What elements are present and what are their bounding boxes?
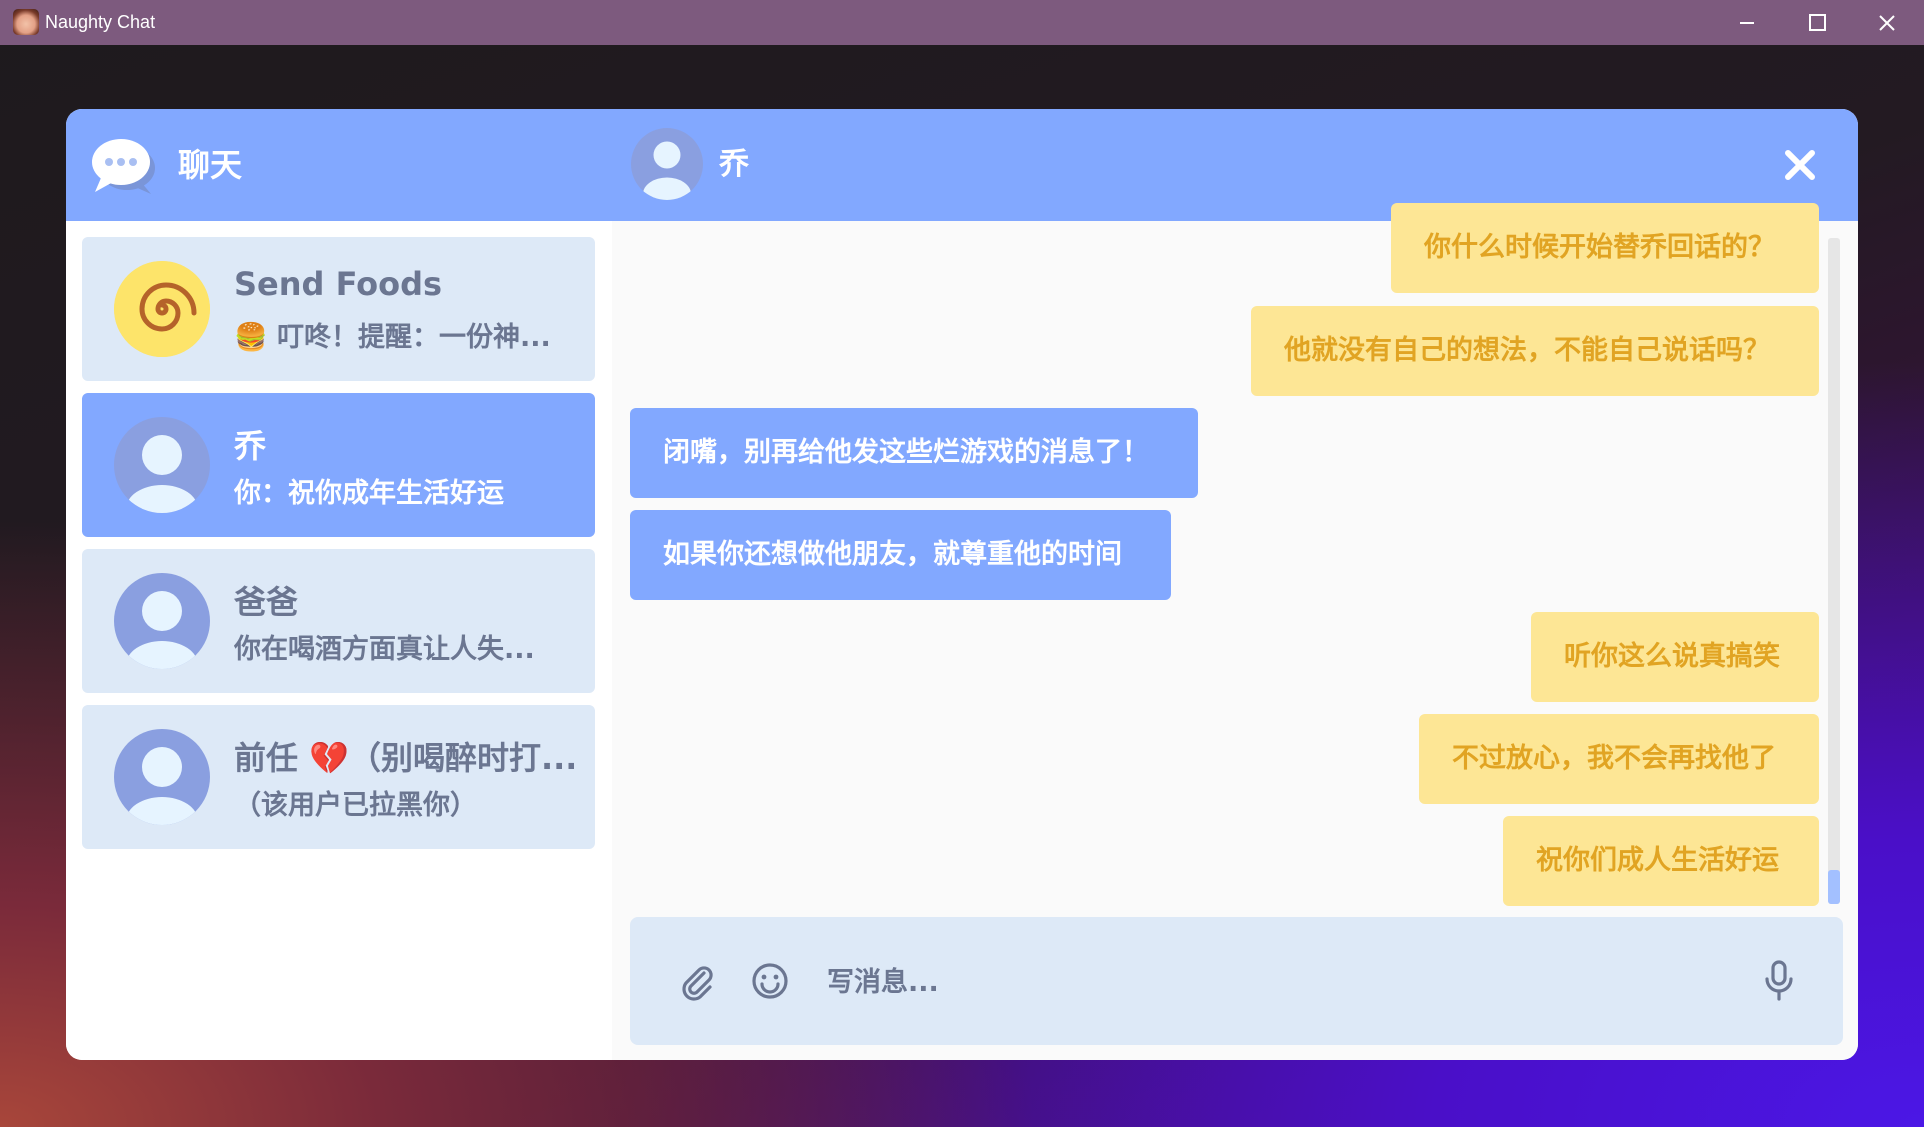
message-bubble-received[interactable]: 闭嘴，别再给他发这些烂游戏的消息了！ <box>630 408 1198 498</box>
spiral-icon <box>114 261 210 357</box>
active-contact-name: 乔 <box>719 147 749 182</box>
window-title: Naughty Chat <box>45 12 156 32</box>
emoji-button[interactable] <box>748 959 792 1003</box>
message-bubble-sent[interactable]: 祝你们成人生活好运 <box>1503 816 1819 906</box>
close-icon <box>1879 14 1895 31</box>
active-contact-avatar[interactable] <box>631 128 703 200</box>
user-avatar-icon <box>114 729 210 825</box>
user-avatar-icon <box>114 417 210 513</box>
message-input[interactable] <box>825 951 1729 1013</box>
message-bubble-sent[interactable]: 他就没有自己的想法，不能自己说话吗？ <box>1251 306 1819 396</box>
smiley-icon <box>752 963 788 999</box>
voice-button[interactable] <box>1757 959 1801 1003</box>
maximize-button[interactable] <box>1782 0 1852 45</box>
app-window: Naughty Chat 聊天 乔 Send Foods 🍔 叮咚！提醒：一份神… <box>0 0 1924 1127</box>
maximize-icon <box>1808 14 1826 31</box>
contact-name: 乔 <box>234 427 267 465</box>
contact-name: 爸爸 <box>234 583 299 621</box>
attach-button[interactable] <box>675 959 719 1003</box>
close-chat-button[interactable] <box>1778 143 1822 187</box>
message-scrollbar[interactable] <box>1828 238 1840 904</box>
user-avatar-icon <box>114 573 210 669</box>
contact-list: Send Foods 🍔 叮咚！提醒：一份神... 乔 你：祝你成年生活好运 爸… <box>66 221 612 1060</box>
title-bar[interactable]: Naughty Chat <box>0 0 1924 45</box>
message-bubble-received[interactable]: 如果你还想做他朋友，就尊重他的时间 <box>630 510 1171 600</box>
paperclip-icon <box>682 966 713 1001</box>
user-icon <box>643 141 691 200</box>
message-composer <box>630 917 1843 1045</box>
contact-item-send-foods[interactable]: Send Foods 🍔 叮咚！提醒：一份神... <box>82 237 595 381</box>
minimize-icon <box>1740 21 1754 24</box>
contact-preview: 你：祝你成年生活好运 <box>234 478 504 509</box>
close-icon <box>1785 150 1815 180</box>
window-close-button[interactable] <box>1852 0 1922 45</box>
microphone-icon <box>1765 960 1793 1001</box>
contact-item-ex[interactable]: 前任 💔（别喝醉时打... （该用户已拉黑你） <box>82 705 595 849</box>
contact-item-qiao[interactable]: 乔 你：祝你成年生活好运 <box>82 393 595 537</box>
minimize-button[interactable] <box>1712 0 1782 45</box>
contact-name: Send Foods <box>234 265 443 303</box>
chat-bubbles-icon <box>92 139 155 194</box>
app-icon <box>13 9 39 35</box>
message-bubble-sent[interactable]: 听你这么说真搞笑 <box>1531 612 1819 702</box>
message-bubble-sent[interactable]: 你什么时候开始替乔回话的？ <box>1391 203 1819 293</box>
contact-preview: （该用户已拉黑你） <box>234 790 477 821</box>
scrollbar-thumb[interactable] <box>1828 870 1840 904</box>
contact-preview: 你在喝酒方面真让人失... <box>234 634 535 665</box>
contact-preview: 🍔 叮咚！提醒：一份神... <box>234 322 551 353</box>
contact-item-dad[interactable]: 爸爸 你在喝酒方面真让人失... <box>82 549 595 693</box>
contact-name: 前任 💔（别喝醉时打... <box>234 739 574 777</box>
chats-title: 聊天 <box>178 146 243 184</box>
message-bubble-sent[interactable]: 不过放心，我不会再找他了 <box>1419 714 1819 804</box>
